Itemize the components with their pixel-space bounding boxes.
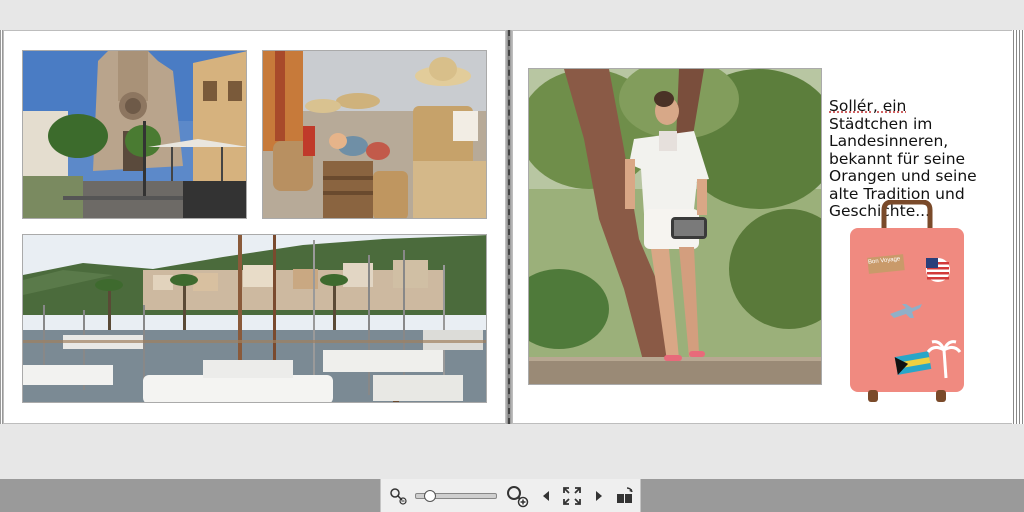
zoom-slider[interactable] [413, 479, 499, 512]
caption-line: Städtchen im [829, 114, 933, 133]
zoom-in-icon[interactable] [503, 479, 531, 512]
zoom-slider-handle[interactable] [424, 489, 436, 502]
caption-line: bekannt für seine [829, 149, 966, 168]
zoom-slider-track[interactable] [415, 489, 497, 502]
caption-line: Landesinneren, [829, 132, 949, 150]
spine-fold-line [508, 30, 510, 424]
caption-line: Sollér, ein [829, 97, 907, 115]
page-layout-icon[interactable] [613, 479, 637, 512]
next-page-icon[interactable] [589, 479, 609, 512]
photo-book-spread: Sollér, ein Städtchen im Landesinneren, … [0, 30, 1024, 424]
previous-page-icon[interactable] [536, 479, 556, 512]
church-street-photo[interactable] [22, 50, 247, 219]
fullscreen-icon[interactable] [559, 479, 585, 512]
woman-tree-photo[interactable] [528, 68, 822, 385]
harbor-boats-photo[interactable] [22, 234, 487, 403]
viewer-toolbar [0, 479, 1024, 512]
suitcase-clipart[interactable]: Bon Voyage [848, 199, 966, 406]
caption-line: Orangen und seine [829, 167, 977, 185]
book-right-edge [1012, 30, 1024, 424]
market-baskets-photo[interactable] [262, 50, 487, 219]
zoom-out-icon[interactable] [387, 479, 409, 512]
viewer-controls [380, 479, 641, 512]
